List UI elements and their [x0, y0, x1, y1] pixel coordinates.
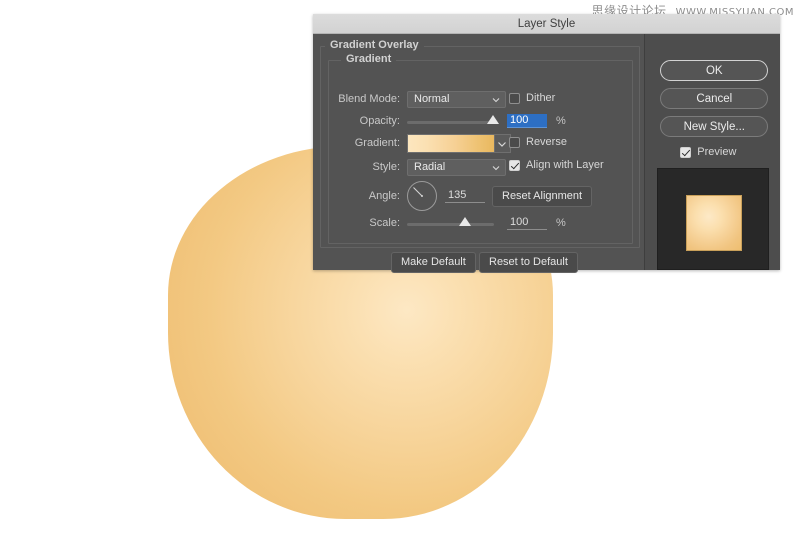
scale-label: Scale:: [369, 217, 400, 229]
chevron-down-icon: [498, 141, 506, 147]
blend-mode-row: Blend Mode: Normal: [328, 90, 506, 108]
style-row: Style: Radial: [328, 158, 506, 176]
angle-dial[interactable]: [407, 181, 437, 211]
dither-checkbox-row[interactable]: Dither: [509, 92, 555, 104]
gradient-row: Gradient:: [328, 133, 511, 153]
dialog-titlebar[interactable]: Layer Style: [313, 14, 780, 34]
dialog-title: Layer Style: [517, 17, 576, 30]
chevron-down-icon: [492, 97, 500, 102]
reverse-checkbox-row[interactable]: Reverse: [509, 136, 567, 148]
gradient-group-label: Gradient: [341, 53, 397, 65]
angle-dial-needle-icon: [413, 187, 423, 197]
reset-to-default-button[interactable]: Reset to Default: [479, 252, 578, 273]
scale-slider[interactable]: [407, 216, 494, 226]
dither-checkbox[interactable]: [509, 92, 520, 104]
blend-mode-label: Blend Mode:: [338, 93, 400, 105]
blend-mode-value: Normal: [414, 93, 450, 105]
gradient-label: Gradient:: [354, 137, 400, 149]
preview-checkbox[interactable]: [680, 146, 692, 158]
preview-gradient-square: [686, 195, 743, 251]
reverse-label: Reverse: [526, 136, 567, 148]
dither-label: Dither: [526, 92, 556, 104]
gradient-dropdown-button[interactable]: [495, 134, 510, 152]
gradient-picker[interactable]: [407, 133, 511, 153]
opacity-slider-thumb[interactable]: [487, 114, 499, 124]
dialog-actions-panel: OK Cancel New Style... Preview: [644, 34, 780, 270]
scale-input[interactable]: 100: [507, 216, 547, 230]
opacity-row: Opacity: 100 %: [328, 112, 566, 130]
angle-row: Angle: 135 °: [328, 181, 498, 211]
gradient-style-select[interactable]: Radial: [407, 158, 506, 176]
layer-style-dialog: Layer Style Gradient Overlay Gradient Bl…: [313, 14, 780, 273]
gradient-overlay-settings-panel: Gradient Overlay Gradient Blend Mode: No…: [313, 34, 645, 273]
preview-label: Preview: [697, 146, 737, 158]
gradient-style-value: Radial: [414, 161, 446, 173]
dialog-body: Gradient Overlay Gradient Blend Mode: No…: [313, 34, 780, 273]
opacity-slider[interactable]: [407, 114, 499, 124]
opacity-input[interactable]: 100: [507, 114, 547, 128]
gradient-swatch[interactable]: [408, 134, 495, 152]
reverse-checkbox[interactable]: [509, 136, 520, 148]
opacity-label: Opacity:: [359, 115, 400, 127]
reset-alignment-button[interactable]: Reset Alignment: [492, 186, 593, 207]
align-with-layer-checkbox-row[interactable]: Align with Layer: [509, 159, 604, 171]
scale-slider-thumb[interactable]: [459, 216, 471, 226]
opacity-unit: %: [556, 115, 566, 127]
angle-label: Angle:: [368, 190, 400, 202]
angle-input[interactable]: 135: [445, 189, 485, 203]
new-style-button[interactable]: New Style...: [660, 116, 769, 137]
ok-button[interactable]: OK: [660, 60, 769, 81]
make-default-button[interactable]: Make Default: [391, 252, 476, 273]
align-with-layer-checkbox[interactable]: [509, 159, 520, 171]
cancel-button[interactable]: Cancel: [660, 88, 769, 109]
chevron-down-icon: [492, 165, 500, 170]
scale-row: Scale: 100 %: [328, 214, 566, 232]
preview-checkbox-row[interactable]: Preview: [680, 146, 736, 158]
scale-unit: %: [556, 217, 566, 229]
gradient-preview-thumbnail: [657, 168, 770, 270]
blend-mode-select[interactable]: Normal: [407, 90, 506, 108]
style-label: Style:: [372, 161, 400, 173]
gradient-overlay-group-label: Gradient Overlay: [325, 39, 424, 51]
align-with-layer-label: Align with Layer: [526, 159, 604, 171]
